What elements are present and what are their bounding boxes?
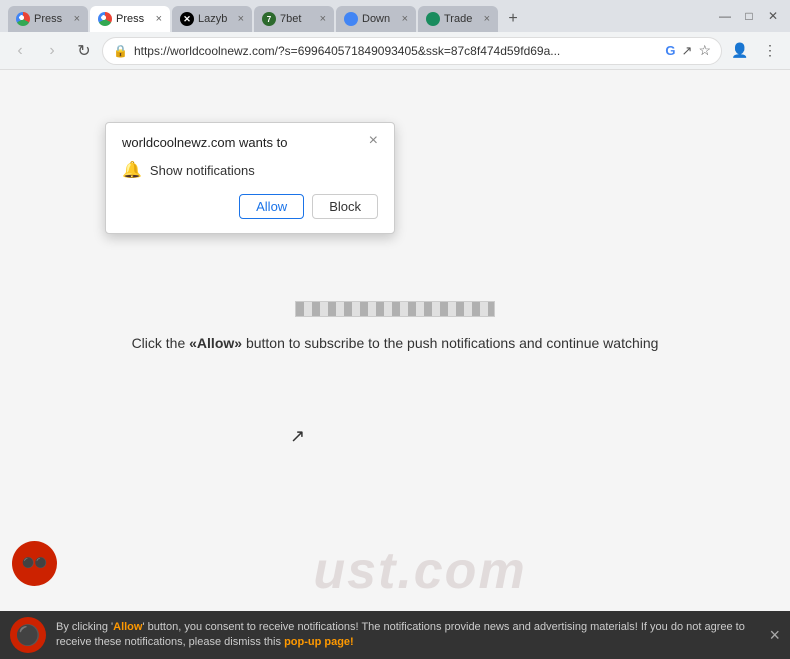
forward-icon: › bbox=[49, 42, 54, 60]
popup-buttons: Allow Block bbox=[122, 194, 378, 219]
instruction-rest: button to subscribe to the push notifica… bbox=[246, 335, 659, 351]
tab-4-close[interactable]: × bbox=[320, 13, 326, 25]
toolbar: ‹ › ↻ 🔒 https://worldcoolnewz.com/?s=699… bbox=[0, 32, 790, 70]
notif-text: By clicking 'Allow' button, you consent … bbox=[56, 620, 759, 651]
popup-notification-text: Show notifications bbox=[150, 163, 255, 178]
reload-button[interactable]: ↻ bbox=[70, 37, 98, 65]
tab-2-close[interactable]: × bbox=[156, 13, 162, 25]
popup-close-button[interactable]: × bbox=[369, 133, 378, 149]
tab-3[interactable]: ✕ Lazyb × bbox=[172, 6, 252, 32]
user-icon-button[interactable]: 👤 bbox=[726, 37, 754, 65]
tab-3-label: Lazyb bbox=[198, 13, 234, 25]
tab-4-label: 7bet bbox=[280, 13, 316, 25]
tab-6-label: Trade bbox=[444, 13, 480, 25]
bookmark-icon[interactable]: ☆ bbox=[698, 42, 711, 59]
back-button[interactable]: ‹ bbox=[6, 37, 34, 65]
page-content: worldcoolnewz.com wants to × 🔔 Show noti… bbox=[0, 70, 790, 611]
notif-logo-icon: ⚫ bbox=[10, 617, 46, 653]
popup-header: worldcoolnewz.com wants to × bbox=[122, 135, 378, 150]
progress-bar bbox=[295, 301, 495, 317]
allow-button[interactable]: Allow bbox=[239, 194, 304, 219]
minimize-button[interactable]: — bbox=[716, 9, 734, 23]
menu-icon: ⋮ bbox=[763, 42, 777, 59]
permission-popup: worldcoolnewz.com wants to × 🔔 Show noti… bbox=[105, 122, 395, 234]
tab-3-favicon: ✕ bbox=[180, 12, 194, 26]
page-instruction: Click the «Allow» button to subscribe to… bbox=[132, 335, 659, 351]
notif-allow-text: Allow bbox=[113, 621, 142, 633]
tab-1[interactable]: Press × bbox=[8, 6, 88, 32]
tab-1-favicon bbox=[16, 12, 30, 26]
maximize-button[interactable]: □ bbox=[740, 9, 758, 23]
lock-icon: 🔒 bbox=[113, 44, 128, 58]
url-display: https://worldcoolnewz.com/?s=69964057184… bbox=[134, 44, 659, 58]
tab-5-favicon bbox=[344, 12, 358, 26]
notif-icon-symbol: ⚫ bbox=[16, 623, 41, 648]
tab-1-label: Press bbox=[34, 13, 70, 25]
reload-icon: ↻ bbox=[77, 41, 90, 61]
progress-bar-fill bbox=[296, 302, 494, 316]
allow-bold-text: «Allow» bbox=[189, 335, 242, 351]
window-controls: — □ ✕ bbox=[716, 9, 782, 23]
tab-6-close[interactable]: × bbox=[484, 13, 490, 25]
back-icon: ‹ bbox=[17, 42, 22, 60]
watermark-logo-icon bbox=[12, 541, 57, 586]
cursor: ↗ bbox=[290, 426, 305, 447]
popup-notification-row: 🔔 Show notifications bbox=[122, 160, 378, 180]
watermark-area: ust.com bbox=[0, 531, 790, 611]
close-window-button[interactable]: ✕ bbox=[764, 9, 782, 23]
user-icon: 👤 bbox=[731, 42, 748, 59]
tab-2-favicon bbox=[98, 12, 112, 26]
tab-4-favicon: 7 bbox=[262, 12, 276, 26]
bell-icon: 🔔 bbox=[122, 160, 142, 180]
new-tab-button[interactable]: + bbox=[500, 6, 526, 32]
tab-5-label: Down bbox=[362, 13, 398, 25]
title-bar: Press × Press × ✕ Lazyb × 7 7bet × Down … bbox=[0, 0, 790, 32]
block-button[interactable]: Block bbox=[312, 194, 378, 219]
popup-title: worldcoolnewz.com wants to bbox=[122, 135, 287, 150]
tab-5-close[interactable]: × bbox=[402, 13, 408, 25]
notification-bar: ⚫ By clicking 'Allow' button, you consen… bbox=[0, 611, 790, 659]
tab-5[interactable]: Down × bbox=[336, 6, 416, 32]
notif-popup-link[interactable]: pop-up page! bbox=[284, 636, 354, 648]
forward-button[interactable]: › bbox=[38, 37, 66, 65]
watermark-text: ust.com bbox=[313, 541, 526, 601]
tab-4[interactable]: 7 7bet × bbox=[254, 6, 334, 32]
toolbar-actions: 👤 ⋮ bbox=[726, 37, 784, 65]
tab-1-close[interactable]: × bbox=[74, 13, 80, 25]
tabs-area: Press × Press × ✕ Lazyb × 7 7bet × Down … bbox=[8, 0, 716, 32]
tab-6[interactable]: Trade × bbox=[418, 6, 498, 32]
progress-area: Click the «Allow» button to subscribe to… bbox=[132, 301, 659, 351]
tab-3-close[interactable]: × bbox=[238, 13, 244, 25]
tab-2[interactable]: Press × bbox=[90, 6, 170, 32]
google-icon: G bbox=[665, 43, 675, 58]
share-icon[interactable]: ↗ bbox=[682, 43, 693, 59]
tab-2-label: Press bbox=[116, 13, 152, 25]
menu-button[interactable]: ⋮ bbox=[756, 37, 784, 65]
tab-6-favicon bbox=[426, 12, 440, 26]
address-bar[interactable]: 🔒 https://worldcoolnewz.com/?s=699640571… bbox=[102, 37, 722, 65]
notif-close-button[interactable]: × bbox=[769, 625, 780, 646]
